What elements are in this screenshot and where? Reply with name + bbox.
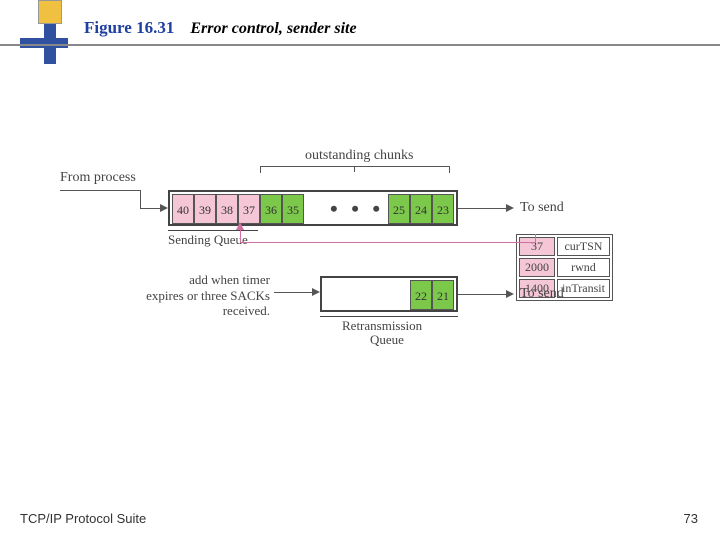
chunk: 37 — [238, 194, 260, 224]
retrans-queue-box: 2221 — [320, 276, 458, 312]
rwnd-value: 2000 — [519, 258, 555, 277]
diagram: From process outstanding chunks 40393837… — [60, 150, 670, 370]
title-underline — [0, 44, 720, 46]
ellipsis: • • • — [330, 196, 384, 222]
chunk: 22 — [410, 280, 432, 310]
chunk: 25 — [388, 194, 410, 224]
figure-title: Error control, sender site — [190, 20, 356, 37]
chunk: 24 — [410, 194, 432, 224]
figure-number: Figure 16.31 — [84, 18, 174, 37]
chunk: 23 — [432, 194, 454, 224]
page-number: 73 — [684, 511, 698, 526]
to-send-label-2: To send — [520, 286, 564, 302]
slide-logo — [20, 0, 70, 80]
chunk: 21 — [432, 280, 454, 310]
curtsn-label: curTSN — [557, 237, 610, 256]
chunk: 38 — [216, 194, 238, 224]
retrans-queue-label-2: Queue — [370, 332, 404, 348]
footer-source: TCP/IP Protocol Suite — [20, 511, 146, 526]
chunk: 36 — [260, 194, 282, 224]
rwnd-label: rwnd — [557, 258, 610, 277]
outstanding-brace — [260, 166, 450, 172]
chunk: 39 — [194, 194, 216, 224]
from-process-label: From process — [60, 170, 136, 186]
chunk: 40 — [172, 194, 194, 224]
outstanding-label: outstanding chunks — [305, 148, 414, 164]
sending-queue-box: 403938373635 • • • 252423 — [168, 190, 458, 226]
add-note: add when timer expires or three SACKs re… — [100, 272, 270, 319]
intransit-label: inTransit — [557, 279, 610, 298]
sending-queue-label: Sending Queue — [168, 232, 248, 248]
chunk: 35 — [282, 194, 304, 224]
to-send-label-1: To send — [520, 200, 564, 216]
curtsn-value: 37 — [519, 237, 555, 256]
figure-heading: Figure 16.31 Error control, sender site — [84, 18, 357, 38]
